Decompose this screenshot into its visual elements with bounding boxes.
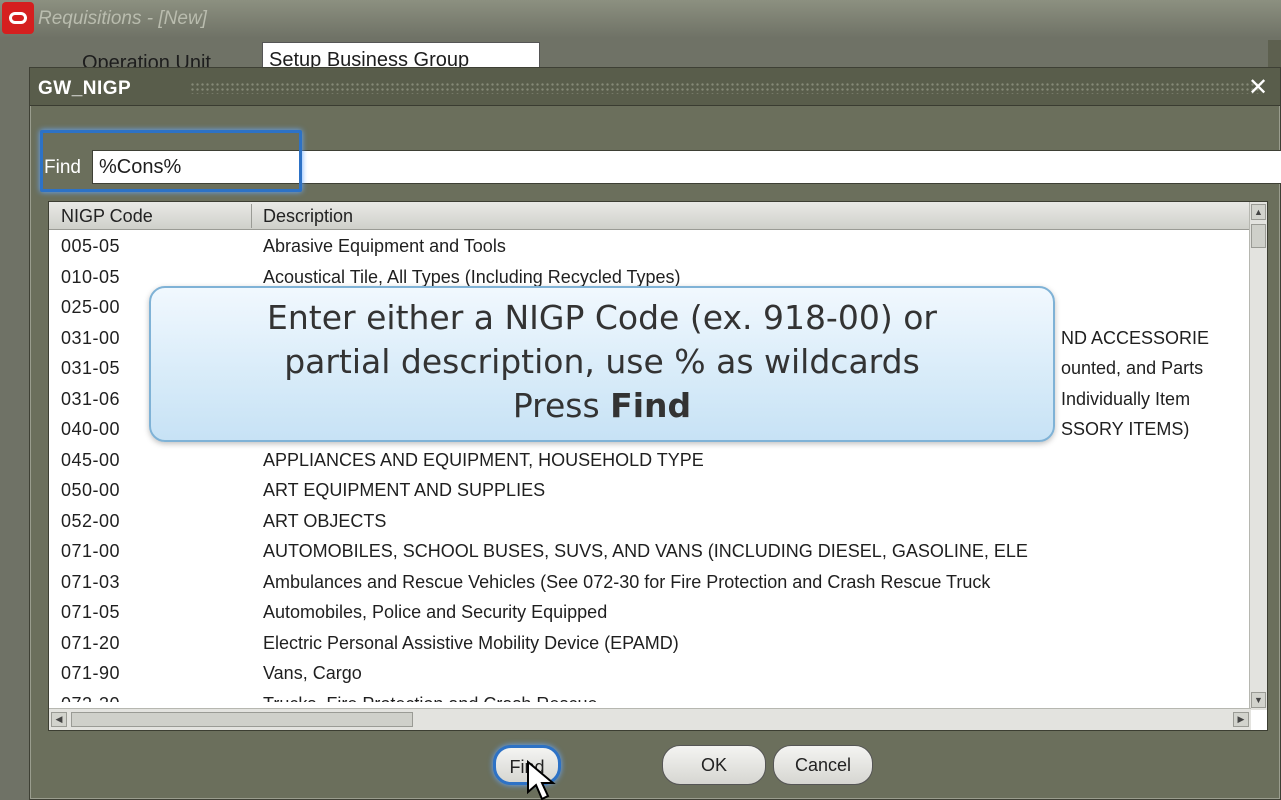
ok-button[interactable]: OK — [662, 745, 766, 785]
callout-line-2: partial description, use % as wildcards — [284, 342, 920, 381]
cell-description: AUTOMOBILES, SCHOOL BUSES, SUVS, AND VAN… — [263, 541, 1028, 561]
app-titlebar: Requisitions - [New] — [0, 0, 1281, 38]
tutorial-callout: Enter either a NIGP Code (ex. 918-00) or… — [149, 286, 1055, 442]
cell-code: 005-05 — [61, 236, 121, 256]
cell-description: SSORY ITEMS) — [1061, 419, 1190, 439]
cell-description: APPLIANCES AND EQUIPMENT, HOUSEHOLD TYPE — [263, 449, 704, 470]
find-input[interactable] — [92, 150, 1281, 184]
close-icon[interactable]: ✕ — [1244, 74, 1272, 102]
cell-code: 031-05 — [61, 358, 121, 378]
scroll-left-icon[interactable]: ◀ — [51, 712, 67, 727]
cell-code: 072-30 — [61, 694, 120, 703]
scroll-up-icon[interactable]: ▲ — [1251, 204, 1266, 220]
callout-find-text: Find — [610, 386, 692, 425]
cell-description: ART OBJECTS — [263, 510, 387, 531]
cell-code: 071-90 — [61, 663, 121, 683]
cancel-button[interactable]: Cancel — [773, 745, 873, 785]
cell-description: Vans, Cargo — [263, 663, 362, 683]
table-row[interactable]: 071-03 Ambulances and Rescue Vehicles (Se… — [49, 568, 1251, 599]
callout-line-3: Press Find — [151, 386, 1053, 425]
oracle-logo-icon — [2, 2, 34, 34]
cell-code: 071-00 — [61, 541, 121, 561]
callout-press-text: Press — [512, 386, 611, 425]
cell-description: Electric Personal Assistive Mobility Dev… — [263, 632, 679, 653]
cell-code: 071-20 — [61, 632, 121, 653]
nigp-dialog: GW_NIGP ✕ Find NIGP Code Description 005… — [29, 67, 1281, 800]
column-header-description[interactable]: Description — [263, 206, 353, 227]
cell-code: 071-03 — [61, 571, 121, 592]
cell-description: Trucks, Fire Protection and Crash Rescue — [263, 694, 1238, 703]
cell-description: Ambulances and Rescue Vehicles (See 072-… — [263, 571, 991, 592]
table-row[interactable]: 072-30 Trucks, Fire Protection and Crash … — [49, 690, 1251, 703]
cell-code: 071-05 — [61, 602, 121, 622]
cell-description: Abrasive Equipment and Tools — [263, 236, 506, 256]
table-row[interactable]: 005-05 Abrasive Equipment and Tools — [49, 232, 1251, 263]
table-row[interactable]: 071-05 Automobiles, Police and Security E… — [49, 598, 1251, 629]
horizontal-scroll-thumb[interactable] — [71, 712, 413, 727]
scroll-down-icon[interactable]: ▼ — [1251, 692, 1266, 708]
results-table: NIGP Code Description 005-05 Abrasive Equ… — [48, 201, 1268, 731]
cell-description: ART EQUIPMENT AND SUPPLIES — [263, 480, 546, 500]
callout-line-1: Enter either a NIGP Code (ex. 918-00) or — [267, 298, 937, 337]
cell-code: 031-06 — [61, 388, 121, 409]
horizontal-scrollbar[interactable]: ◀ ▶ — [49, 708, 1251, 730]
find-label: Find — [44, 157, 81, 178]
cell-description: Acoustical Tile, All Types (Including Re… — [263, 266, 681, 287]
dialog-title: GW_NIGP — [38, 78, 132, 99]
vertical-scroll-thumb[interactable] — [1251, 224, 1266, 248]
table-row[interactable]: 045-00 APPLIANCES AND EQUIPMENT, HOUSEHOL… — [49, 446, 1251, 477]
titlebar-grip — [190, 82, 1262, 94]
column-header-code[interactable]: NIGP Code — [61, 206, 153, 227]
cell-code: 031-00 — [61, 327, 121, 348]
cell-description: ND ACCESSORIE — [1061, 327, 1210, 348]
cell-description: Individually Item — [1061, 388, 1191, 409]
vertical-scrollbar[interactable]: ▲ ▼ — [1249, 202, 1267, 710]
cell-code: 010-05 — [61, 266, 121, 287]
table-row[interactable]: 071-00 AUTOMOBILES, SCHOOL BUSES, SUVS, A… — [49, 537, 1251, 568]
cell-code: 040-00 — [61, 419, 121, 439]
table-row[interactable]: 071-90 Vans, Cargo — [49, 659, 1251, 690]
scroll-right-icon[interactable]: ▶ — [1233, 712, 1249, 727]
cell-description: ounted, and Parts — [1061, 358, 1204, 378]
cell-code: 050-00 — [61, 480, 121, 500]
cell-code: 045-00 — [61, 449, 121, 470]
dialog-titlebar[interactable]: GW_NIGP ✕ — [30, 68, 1280, 106]
mouse-cursor-icon — [527, 760, 556, 800]
table-row[interactable]: 052-00 ART OBJECTS — [49, 507, 1251, 538]
find-row: Find — [44, 150, 1281, 184]
table-row[interactable]: 071-20 Electric Personal Assistive Mobili… — [49, 629, 1251, 660]
cell-description: Automobiles, Police and Security Equippe… — [263, 602, 608, 622]
table-row[interactable]: 050-00 ART EQUIPMENT AND SUPPLIES — [49, 476, 1251, 507]
screen: Requisitions - [New] Operation Unit Setu… — [0, 0, 1281, 800]
column-divider — [251, 204, 252, 228]
app-window-title: Requisitions - [New] — [38, 8, 207, 29]
cell-code: 025-00 — [61, 297, 121, 317]
table-header: NIGP Code Description — [49, 202, 1251, 230]
cell-code: 052-00 — [61, 510, 121, 531]
